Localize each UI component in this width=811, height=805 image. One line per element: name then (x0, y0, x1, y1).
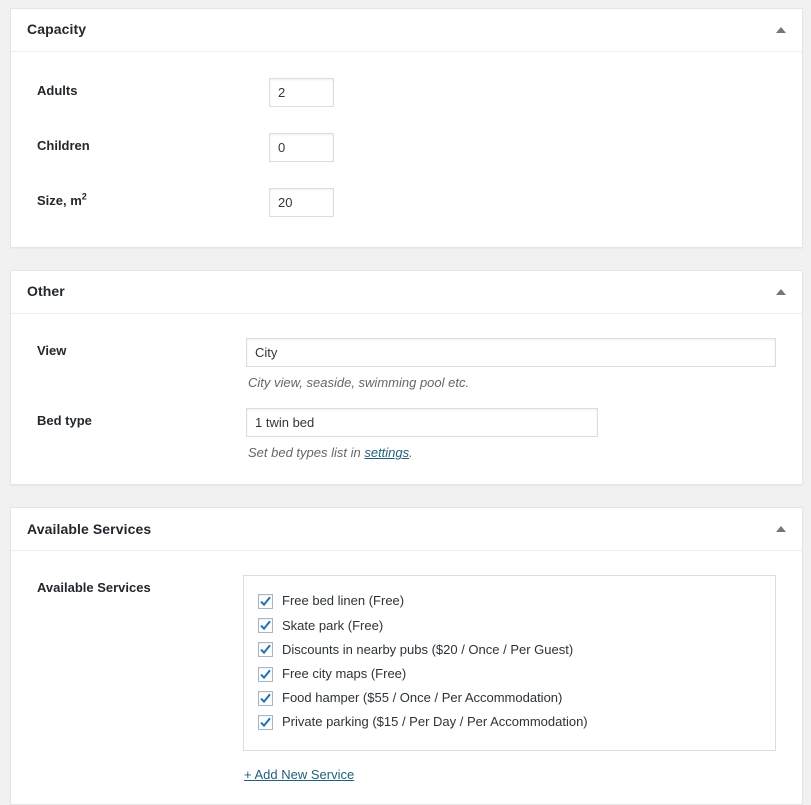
panel-other: Other View City view, seaside, swimming … (10, 270, 803, 486)
panel-capacity-body: Adults Children Size, m2 (11, 52, 802, 247)
list-item[interactable]: Private parking ($15 / Per Day / Per Acc… (258, 713, 761, 731)
checkbox-checked-icon[interactable] (258, 714, 273, 730)
service-label: Food hamper ($55 / Once / Per Accommodat… (282, 690, 563, 706)
panel-capacity: Capacity Adults Children (10, 8, 803, 248)
add-service-row: + Add New Service (244, 767, 776, 782)
capacity-form-table: Adults Children Size, m2 (27, 64, 786, 229)
panel-capacity-header[interactable]: Capacity (11, 9, 802, 52)
view-input[interactable] (246, 338, 776, 367)
label-size: Size, m2 (27, 174, 269, 229)
checkbox-checked-icon[interactable] (258, 618, 273, 634)
caret-up-icon[interactable] (770, 19, 792, 41)
label-adults: Adults (37, 83, 78, 98)
caret-up-icon[interactable] (770, 518, 792, 540)
view-description: City view, seaside, swimming pool etc. (248, 375, 470, 390)
other-form-table: View City view, seaside, swimming pool e… (27, 326, 786, 466)
children-input[interactable] (269, 133, 334, 162)
service-label: Free city maps (Free) (282, 665, 407, 681)
caret-up-icon[interactable] (770, 281, 792, 303)
label-size-superscript: 2 (81, 191, 87, 202)
bed-type-description: Set bed types list in settings. (248, 444, 776, 462)
form-row-children: Children (27, 119, 786, 174)
list-item[interactable]: Food hamper ($55 / Once / Per Accommodat… (258, 689, 761, 707)
list-item[interactable]: Free city maps (Free) (258, 665, 761, 683)
label-size-text: Size, m (37, 193, 82, 208)
list-item[interactable]: Discounts in nearby pubs ($20 / Once / P… (258, 641, 761, 659)
label-view: View (37, 343, 67, 358)
service-label: Free bed linen (Free) (282, 593, 405, 609)
panel-other-body: View City view, seaside, swimming pool e… (11, 314, 802, 484)
list-item[interactable]: Free bed linen (Free) (258, 592, 761, 610)
panel-capacity-title: Capacity (27, 21, 87, 38)
available-services-form-table: Available Services Free bed linen (Free) (27, 563, 786, 785)
adults-input[interactable] (269, 78, 334, 107)
label-available-services: Available Services (37, 580, 151, 596)
label-bed-type: Bed type (37, 413, 92, 429)
checkbox-checked-icon[interactable] (258, 593, 273, 609)
settings-page: Capacity Adults Children (0, 0, 811, 805)
service-label: Skate park (Free) (282, 617, 384, 633)
form-row-view: View City view, seaside, swimming pool e… (27, 326, 786, 396)
list-item[interactable]: Skate park (Free) (258, 617, 761, 635)
services-checkbox-list: Free bed linen (Free) Skate park (Free) (243, 575, 776, 751)
add-new-service-link[interactable]: + Add New Service (244, 767, 354, 782)
panel-available-services-header[interactable]: Available Services (11, 508, 802, 552)
form-row-bed-type: Bed type Set bed types list in settings. (27, 396, 786, 466)
size-input[interactable] (269, 188, 334, 217)
settings-link[interactable]: settings (364, 445, 409, 460)
checkbox-checked-icon[interactable] (258, 666, 273, 682)
panel-other-title: Other (27, 283, 65, 300)
bed-type-input[interactable] (246, 408, 598, 438)
service-label: Private parking ($15 / Per Day / Per Acc… (282, 714, 588, 730)
bed-type-description-suffix: . (409, 445, 413, 461)
label-children: Children (37, 138, 90, 153)
panel-available-services-title: Available Services (27, 520, 152, 537)
panel-available-services-body: Available Services Free bed linen (Free) (11, 551, 802, 803)
panel-other-header[interactable]: Other (11, 271, 802, 314)
form-row-adults: Adults (27, 64, 786, 119)
form-row-available-services: Available Services Free bed linen (Free) (27, 563, 786, 785)
bed-type-description-prefix: Set bed types list in (248, 445, 365, 461)
form-row-size: Size, m2 (27, 174, 786, 229)
service-label: Discounts in nearby pubs ($20 / Once / P… (282, 641, 574, 657)
checkbox-checked-icon[interactable] (258, 642, 273, 658)
panel-available-services: Available Services Available Services Fr… (10, 507, 803, 805)
checkbox-checked-icon[interactable] (258, 690, 273, 706)
